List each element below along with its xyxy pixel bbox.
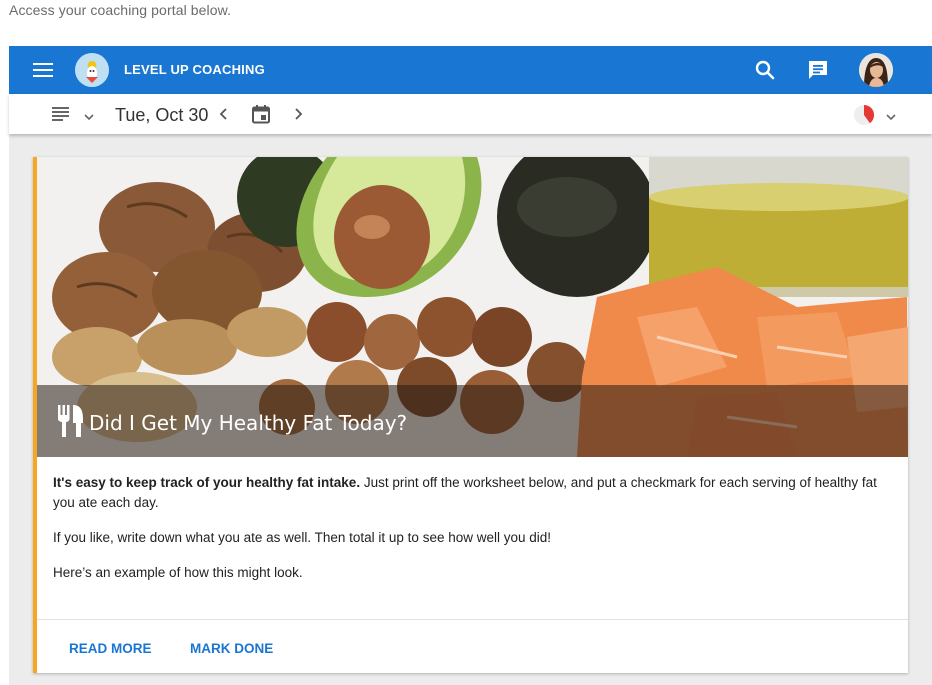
progress-pie-icon[interactable] — [853, 104, 875, 126]
chevron-down-icon[interactable] — [885, 109, 897, 121]
list-view-icon[interactable] — [52, 107, 70, 121]
chevron-left-icon[interactable] — [218, 106, 230, 122]
current-date[interactable]: Tue, Oct 30 — [115, 105, 208, 126]
card-paragraph-2: If you like, write down what you ate as … — [53, 530, 552, 545]
card-paragraph-1: It's easy to keep track of your healthy … — [53, 473, 893, 513]
chevron-down-icon[interactable] — [83, 109, 95, 121]
fork-knife-icon — [57, 403, 85, 439]
card-paragraph-3: Here’s an example of how this might look… — [53, 565, 303, 580]
app-logo[interactable] — [75, 53, 109, 87]
app-bar: LEVEL UP COACHING — [9, 46, 932, 94]
read-more-button[interactable]: READ MORE — [69, 641, 152, 656]
content-card: Did I Get My Healthy Fat Today? It's eas… — [33, 157, 908, 673]
card-title: Did I Get My Healthy Fat Today? — [89, 411, 408, 435]
chat-icon[interactable] — [804, 56, 832, 84]
search-icon[interactable] — [751, 56, 779, 84]
calendar-icon[interactable] — [251, 104, 271, 124]
avatar[interactable] — [859, 53, 893, 87]
date-toolbar: Tue, Oct 30 — [9, 94, 932, 134]
menu-icon[interactable] — [33, 61, 55, 79]
mark-done-button[interactable]: MARK DONE — [190, 641, 273, 656]
intro-text: Access your coaching portal below. — [9, 2, 232, 18]
chevron-right-icon[interactable] — [292, 106, 304, 122]
card-paragraph-1-bold: It's easy to keep track of your healthy … — [53, 475, 361, 490]
card-divider — [37, 619, 908, 620]
app-title: LEVEL UP COACHING — [124, 62, 265, 77]
